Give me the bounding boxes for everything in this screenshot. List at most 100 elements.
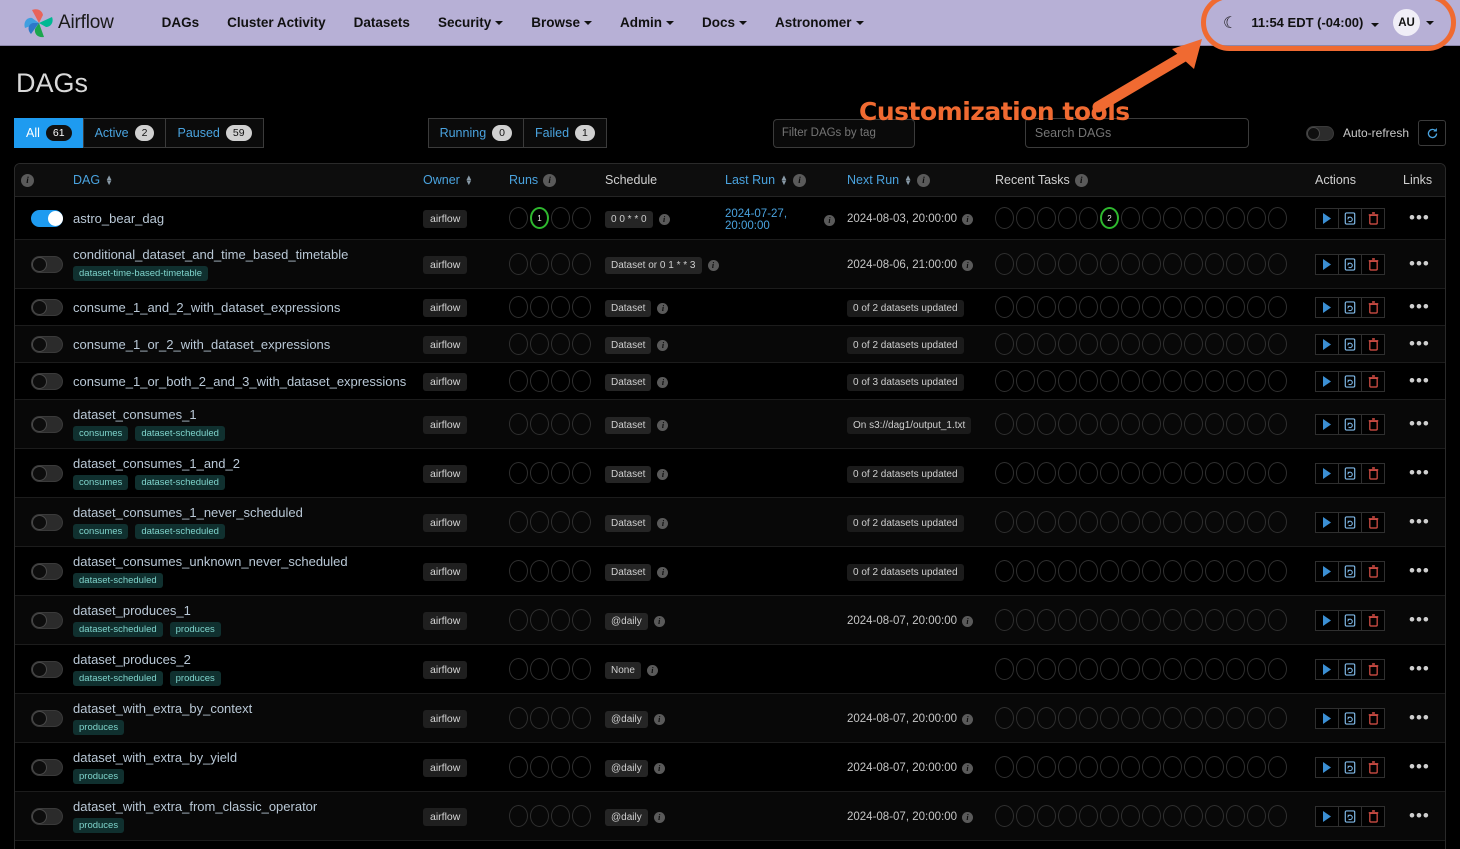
task-state-circle[interactable] (1142, 560, 1161, 582)
task-state-circle[interactable] (1142, 370, 1161, 392)
task-state-circle[interactable] (1184, 253, 1203, 275)
task-state-circle[interactable] (1247, 207, 1266, 229)
task-state-circle[interactable] (1037, 560, 1056, 582)
task-state-circle[interactable] (1184, 511, 1203, 533)
task-state-circle[interactable] (1121, 413, 1140, 435)
owner-badge[interactable]: airflow (423, 563, 467, 581)
task-state-circle[interactable] (1163, 462, 1182, 484)
task-state-circle[interactable] (1268, 462, 1287, 484)
sort-icon[interactable]: ▲▼ (780, 175, 788, 185)
more-menu-button[interactable]: ••• (1403, 420, 1430, 428)
task-state-circle[interactable] (1142, 658, 1161, 680)
task-state-circle[interactable] (1037, 511, 1056, 533)
dag-tag[interactable]: dataset-scheduled (73, 573, 163, 588)
task-state-circle[interactable] (1037, 370, 1056, 392)
task-state-circle[interactable] (1016, 413, 1035, 435)
dataset-status-chip[interactable]: On s3://dag1/output_1.txt (847, 417, 971, 434)
clear-runs-button[interactable] (1338, 708, 1362, 729)
task-state-circle[interactable] (995, 413, 1014, 435)
nav-item-cluster-activity[interactable]: Cluster Activity (213, 9, 340, 36)
task-state-circle[interactable] (1058, 333, 1077, 355)
task-state-circle[interactable] (1205, 253, 1224, 275)
sort-icon[interactable]: ▲▼ (904, 175, 912, 185)
run-state-circle[interactable] (572, 756, 591, 778)
dataset-status-chip[interactable]: 0 of 2 datasets updated (847, 564, 964, 581)
header-owner[interactable]: Owner ▲▼ (417, 164, 503, 197)
task-state-circle[interactable] (1163, 207, 1182, 229)
dag-pause-toggle[interactable] (31, 416, 63, 433)
trigger-dag-button[interactable] (1315, 371, 1339, 392)
task-state-circle[interactable] (1121, 370, 1140, 392)
run-state-circle[interactable] (551, 609, 570, 631)
dag-tag[interactable]: produces (170, 622, 221, 637)
task-state-circle[interactable] (1016, 462, 1035, 484)
task-state-circle[interactable] (995, 756, 1014, 778)
run-state-circle[interactable] (572, 207, 591, 229)
task-state-circle[interactable] (1079, 560, 1098, 582)
task-state-circle[interactable] (1142, 413, 1161, 435)
dag-name-link[interactable]: consume_1_or_2_with_dataset_expressions (73, 337, 411, 352)
dag-tag[interactable]: consumes (73, 475, 128, 490)
delete-dag-button[interactable] (1361, 561, 1385, 582)
clear-runs-button[interactable] (1338, 512, 1362, 533)
task-state-circle[interactable] (1016, 609, 1035, 631)
task-state-circle[interactable] (1058, 296, 1077, 318)
task-state-circle[interactable] (1184, 609, 1203, 631)
task-state-circle[interactable] (1226, 805, 1245, 827)
task-state-circle[interactable] (1268, 609, 1287, 631)
task-state-circle[interactable] (1163, 296, 1182, 318)
nav-item-astronomer[interactable]: Astronomer (761, 9, 878, 36)
dag-name-link[interactable]: consume_1_and_2_with_dataset_expressions (73, 300, 411, 315)
task-state-circle[interactable] (1121, 333, 1140, 355)
task-state-circle[interactable] (1058, 207, 1077, 229)
run-state-circle[interactable] (509, 253, 528, 275)
run-state-circle[interactable] (509, 756, 528, 778)
nav-item-datasets[interactable]: Datasets (340, 9, 424, 36)
task-state-circle[interactable] (1100, 707, 1119, 729)
delete-dag-button[interactable] (1361, 254, 1385, 275)
dag-name-link[interactable]: dataset_with_extra_by_context (73, 701, 411, 716)
task-state-circle[interactable] (1100, 333, 1119, 355)
task-state-circle[interactable] (1226, 560, 1245, 582)
task-state-circle[interactable] (1079, 658, 1098, 680)
clear-runs-button[interactable] (1338, 254, 1362, 275)
task-state-circle[interactable] (1100, 560, 1119, 582)
info-icon[interactable]: i (657, 420, 668, 431)
task-state-circle[interactable] (1184, 370, 1203, 392)
owner-badge[interactable]: airflow (423, 256, 467, 274)
task-state-circle[interactable] (1268, 207, 1287, 229)
task-state-circle[interactable] (1205, 296, 1224, 318)
dataset-status-chip[interactable]: 0 of 2 datasets updated (847, 300, 964, 317)
task-state-circle[interactable] (1247, 413, 1266, 435)
task-state-circle[interactable] (1058, 413, 1077, 435)
task-state-circle[interactable] (1184, 413, 1203, 435)
clear-runs-button[interactable] (1338, 561, 1362, 582)
run-state-circle[interactable] (572, 560, 591, 582)
task-state-circle[interactable] (1205, 333, 1224, 355)
run-state-circle[interactable] (551, 707, 570, 729)
owner-badge[interactable]: airflow (423, 759, 467, 777)
nav-item-docs[interactable]: Docs (688, 9, 761, 36)
task-state-circle[interactable] (995, 207, 1014, 229)
task-state-circle[interactable] (1058, 609, 1077, 631)
task-state-circle[interactable] (1163, 511, 1182, 533)
task-state-circle[interactable] (1016, 756, 1035, 778)
task-state-circle[interactable] (1142, 253, 1161, 275)
owner-badge[interactable]: airflow (423, 465, 467, 483)
task-state-circle[interactable] (1247, 462, 1266, 484)
task-state-circle[interactable] (1268, 511, 1287, 533)
run-state-circle[interactable] (530, 805, 549, 827)
owner-badge[interactable]: airflow (423, 710, 467, 728)
brand-logo[interactable]: Airflow (22, 6, 114, 40)
run-state-circle[interactable] (530, 609, 549, 631)
task-state-circle[interactable] (1163, 609, 1182, 631)
task-state-circle[interactable] (995, 658, 1014, 680)
run-state-circle[interactable] (551, 333, 570, 355)
task-state-circle[interactable] (1016, 658, 1035, 680)
run-state-circle[interactable] (530, 370, 549, 392)
task-state-circle[interactable] (1121, 707, 1140, 729)
task-state-circle[interactable] (1100, 370, 1119, 392)
task-state-circle[interactable] (995, 511, 1014, 533)
info-icon[interactable]: i (654, 812, 665, 823)
tab-paused[interactable]: Paused 59 (165, 118, 263, 148)
